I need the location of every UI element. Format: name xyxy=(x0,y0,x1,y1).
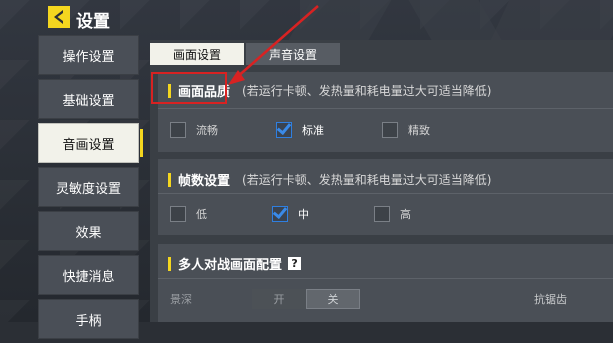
option-label: 标准 xyxy=(302,124,324,137)
sidebar-item-quick-messages[interactable]: 快捷消息 xyxy=(38,255,139,295)
sidebar-item-effects[interactable]: 效果 xyxy=(38,211,139,251)
toggle-off-option[interactable]: 关 xyxy=(306,289,360,309)
section-marker xyxy=(168,256,171,271)
depth-of-field-toggle[interactable]: 开 关 xyxy=(252,289,360,309)
tab-display-settings[interactable]: 画面设置 xyxy=(150,43,244,65)
sidebar-item-label: 手柄 xyxy=(75,313,102,329)
tab-sound-settings[interactable]: 声音设置 xyxy=(246,43,340,65)
frame-rate-section: 帧数设置 (若运行卡顿、发热量和耗电量过大可适当降低) 低 中 高 xyxy=(158,159,613,235)
multiplayer-graphics-section: 多人对战画面配置 ? 景深 抗锯齿 xyxy=(158,244,613,322)
section-note: (若运行卡顿、发热量和耗电量过大可适当降低) xyxy=(242,173,492,187)
sidebar-item-label: 效果 xyxy=(75,225,102,241)
sidebar-item-basic-settings[interactable]: 基础设置 xyxy=(38,79,139,119)
sidebar-item-sensitivity-settings[interactable]: 灵敏度设置 xyxy=(38,167,139,207)
option-label: 高 xyxy=(400,208,411,221)
annotation-highlight-box xyxy=(151,72,227,104)
option-label: 低 xyxy=(196,208,207,221)
quality-option-smooth[interactable]: 流畅 xyxy=(170,122,218,138)
back-arrow-icon[interactable] xyxy=(48,6,70,28)
checkbox-checked[interactable] xyxy=(276,122,292,138)
sidebar-item-label: 音画设置 xyxy=(62,137,115,153)
section-note: (若运行卡顿、发热量和耗电量过大可适当降低) xyxy=(242,84,492,98)
toggle-on-option[interactable]: 开 xyxy=(252,289,306,309)
sidebar-item-label: 操作设置 xyxy=(62,49,115,65)
checkbox[interactable] xyxy=(170,122,186,138)
depth-of-field-label: 景深 xyxy=(170,293,192,306)
checkbox[interactable] xyxy=(382,122,398,138)
sidebar: 操作设置 基础设置 音画设置 灵敏度设置 效果 快捷消息 手柄 xyxy=(38,35,143,343)
sidebar-item-control-settings[interactable]: 操作设置 xyxy=(38,35,139,75)
checkbox[interactable] xyxy=(170,206,186,222)
section-title: 帧数设置 xyxy=(178,174,231,189)
quality-option-standard[interactable]: 标准 xyxy=(276,122,324,138)
option-label: 精致 xyxy=(408,124,430,137)
sidebar-item-label: 快捷消息 xyxy=(62,269,115,285)
framerate-option-medium[interactable]: 中 xyxy=(272,206,309,222)
tab-bar: 画面设置 声音设置 xyxy=(150,43,342,65)
option-label: 中 xyxy=(298,208,309,221)
sidebar-item-audio-video-settings[interactable]: 音画设置 xyxy=(38,123,143,163)
section-marker xyxy=(168,172,171,187)
framerate-option-low[interactable]: 低 xyxy=(170,206,207,222)
checkbox[interactable] xyxy=(374,206,390,222)
option-label: 流畅 xyxy=(196,124,218,137)
sidebar-item-label: 基础设置 xyxy=(62,93,115,109)
framerate-option-high[interactable]: 高 xyxy=(374,206,411,222)
page-title: 设置 xyxy=(76,12,110,32)
quality-option-fine[interactable]: 精致 xyxy=(382,122,430,138)
help-icon[interactable]: ? xyxy=(288,257,302,270)
section-title: 多人对战画面配置 xyxy=(178,258,283,273)
sidebar-item-controller[interactable]: 手柄 xyxy=(38,299,139,339)
checkbox-checked[interactable] xyxy=(272,206,288,222)
anti-aliasing-label: 抗锯齿 xyxy=(534,293,567,306)
sidebar-item-label: 灵敏度设置 xyxy=(55,181,121,197)
